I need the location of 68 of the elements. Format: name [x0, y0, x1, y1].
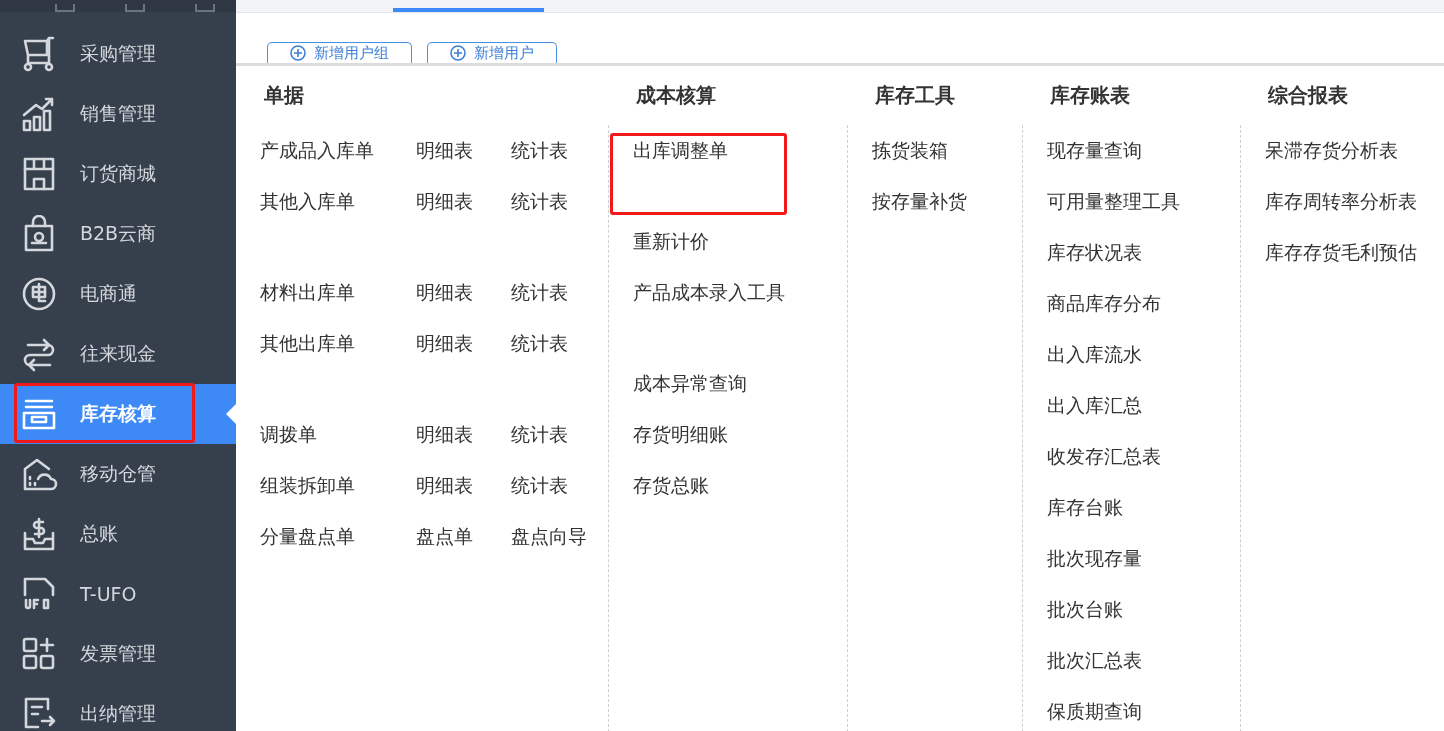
menu-link[interactable]: 其他出库单 — [260, 318, 416, 369]
menu-link[interactable]: 产品成本录入工具 — [633, 267, 785, 318]
add-button[interactable]: 新增用户 — [427, 42, 557, 63]
sidebar-item[interactable]: 订货商城 — [0, 144, 236, 204]
menu-link[interactable]: 统计表 — [511, 460, 608, 511]
column-heading: 成本核算 — [635, 82, 717, 109]
menu-link[interactable]: 批次台账 — [1047, 584, 1123, 635]
sidebar-item[interactable]: 发票管理 — [0, 624, 236, 684]
menu-link[interactable]: 拣货装箱 — [872, 125, 948, 176]
menu-link[interactable]: 统计表 — [511, 318, 608, 369]
menu-link[interactable]: 盘点向导 — [511, 511, 608, 562]
menu-link[interactable]: 存货明细账 — [633, 409, 728, 460]
sidebar-item[interactable]: 出纳管理 — [0, 684, 236, 731]
menu-link[interactable]: 其他入库单 — [260, 176, 416, 227]
menu-link[interactable]: 出入库汇总 — [1047, 380, 1142, 431]
sidebar-item[interactable]: 移动仓管 — [0, 444, 236, 504]
menu-link[interactable]: 材料出库单 — [260, 267, 416, 318]
menu-link[interactable]: 收发存汇总表 — [1047, 431, 1161, 482]
menu-link[interactable]: 统计表 — [511, 267, 608, 318]
column-heading: 单据 — [263, 82, 305, 109]
menu-link[interactable]: 按存量补货 — [872, 176, 967, 227]
menu-link[interactable]: 库存状况表 — [1047, 227, 1142, 278]
menu-link[interactable]: 组装拆卸单 — [260, 460, 416, 511]
menu-link[interactable]: 产成品入库单 — [260, 125, 416, 176]
menu-link[interactable]: 明细表 — [416, 125, 511, 176]
circle-icon — [20, 275, 58, 313]
menu-link[interactable]: 重新计价 — [633, 216, 709, 267]
sidebar-item[interactable]: 销售管理 — [0, 84, 236, 144]
menu-link[interactable]: 成本异常查询 — [633, 358, 747, 409]
menu-link[interactable]: 调拨单 — [260, 409, 416, 460]
plus-circle-icon — [290, 45, 306, 61]
plus-circle-icon — [450, 45, 466, 61]
menu-link[interactable]: 统计表 — [511, 176, 608, 227]
column-heading: 综合报表 — [1267, 82, 1349, 109]
menu-link[interactable]: 批次汇总表 — [1047, 635, 1142, 686]
sidebar-item[interactable]: T-UFO — [0, 564, 236, 624]
menu-link[interactable]: 出入库流水 — [1047, 329, 1142, 380]
menu-link[interactable]: 统计表 — [511, 409, 608, 460]
menu-link[interactable]: 分量盘点单 — [260, 511, 416, 562]
sidebar-item[interactable]: 电商通 — [0, 264, 236, 324]
menu-link[interactable]: 库存存货毛利预估 — [1265, 227, 1417, 278]
column-heading: 库存账表 — [1049, 82, 1131, 109]
menu-link[interactable]: 明细表 — [416, 176, 511, 227]
menu-link[interactable]: 存货总账 — [633, 460, 709, 511]
menu-link[interactable]: 库存周转率分析表 — [1265, 176, 1417, 227]
sidebar-item[interactable]: 采购管理 — [0, 24, 236, 84]
menu-link[interactable]: 统计表 — [511, 125, 608, 176]
menu-link[interactable]: 明细表 — [416, 409, 511, 460]
menu-link[interactable]: 明细表 — [416, 460, 511, 511]
menu-icon[interactable] — [55, 4, 75, 12]
menu-link[interactable]: 呆滞存货分析表 — [1265, 125, 1398, 176]
column-heading: 库存工具 — [874, 82, 956, 109]
toolbar-icon[interactable] — [125, 4, 145, 12]
sidebar-item[interactable]: B2B云商 — [0, 204, 236, 264]
toolbar-icon[interactable] — [195, 4, 215, 12]
menu-link[interactable]: 商品库存分布 — [1047, 278, 1161, 329]
menu-link[interactable]: 库存台账 — [1047, 482, 1123, 533]
menu-link[interactable]: 现存量查询 — [1047, 125, 1142, 176]
add-button[interactable]: 新增用户组 — [267, 42, 412, 63]
menu-link[interactable]: 出库调整单 — [633, 125, 728, 176]
sidebar-item[interactable]: 总账 — [0, 504, 236, 564]
menu-link[interactable]: 批次现存量 — [1047, 533, 1142, 584]
menu-link[interactable]: 明细表 — [416, 318, 511, 369]
sidebar-item[interactable]: 往来现金 — [0, 324, 236, 384]
menu-link[interactable]: 可用量整理工具 — [1047, 176, 1180, 227]
menu-link[interactable]: 明细表 — [416, 267, 511, 318]
menu-link[interactable]: 保质期查询 — [1047, 686, 1142, 731]
menu-link[interactable]: 盘点单 — [416, 511, 511, 562]
